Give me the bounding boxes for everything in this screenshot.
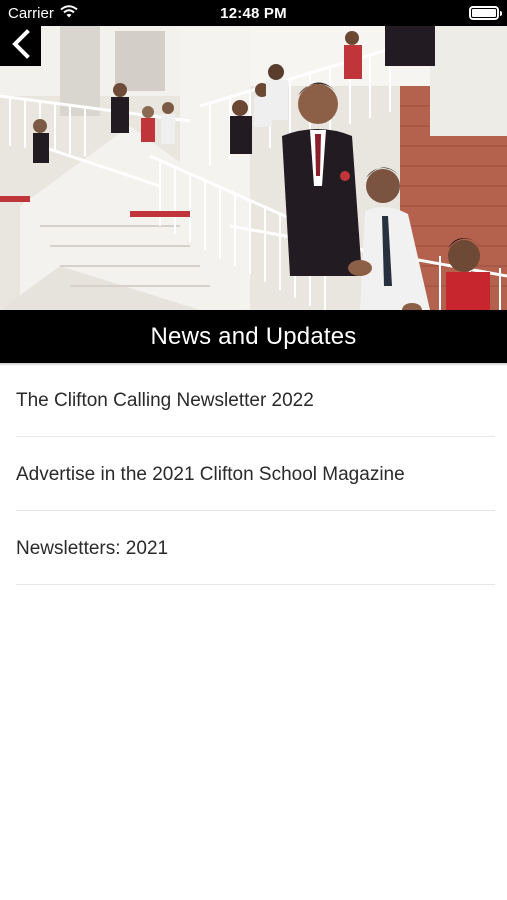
section-header: News and Updates [0,310,507,363]
status-left: Carrier [8,5,168,22]
list-item-label: Newsletters: 2021 [16,537,169,559]
list-item-label: Advertise in the 2021 Clifton School Mag… [16,463,405,485]
chevron-left-icon [10,28,32,64]
wifi-icon [60,4,78,22]
carrier-label: Carrier [8,4,54,22]
page-title: News and Updates [150,322,357,350]
back-button[interactable] [0,26,41,66]
status-bar: Carrier 12:48 PM [0,0,507,26]
battery-tip [499,11,502,16]
status-time: 12:48 PM [220,4,287,22]
status-right [339,6,502,20]
list-item[interactable]: Newsletters: 2021 [16,511,495,585]
battery-icon [468,6,502,20]
school-students-on-staircase-photo [0,26,507,310]
list-item[interactable]: Advertise in the 2021 Clifton School Mag… [16,437,495,511]
battery-fill [471,9,496,17]
list-item-label: The Clifton Calling Newsletter 2022 [16,389,314,411]
list-item[interactable]: The Clifton Calling Newsletter 2022 [16,363,495,437]
hero-image [0,26,507,310]
news-list: The Clifton Calling Newsletter 2022 Adve… [16,363,495,585]
